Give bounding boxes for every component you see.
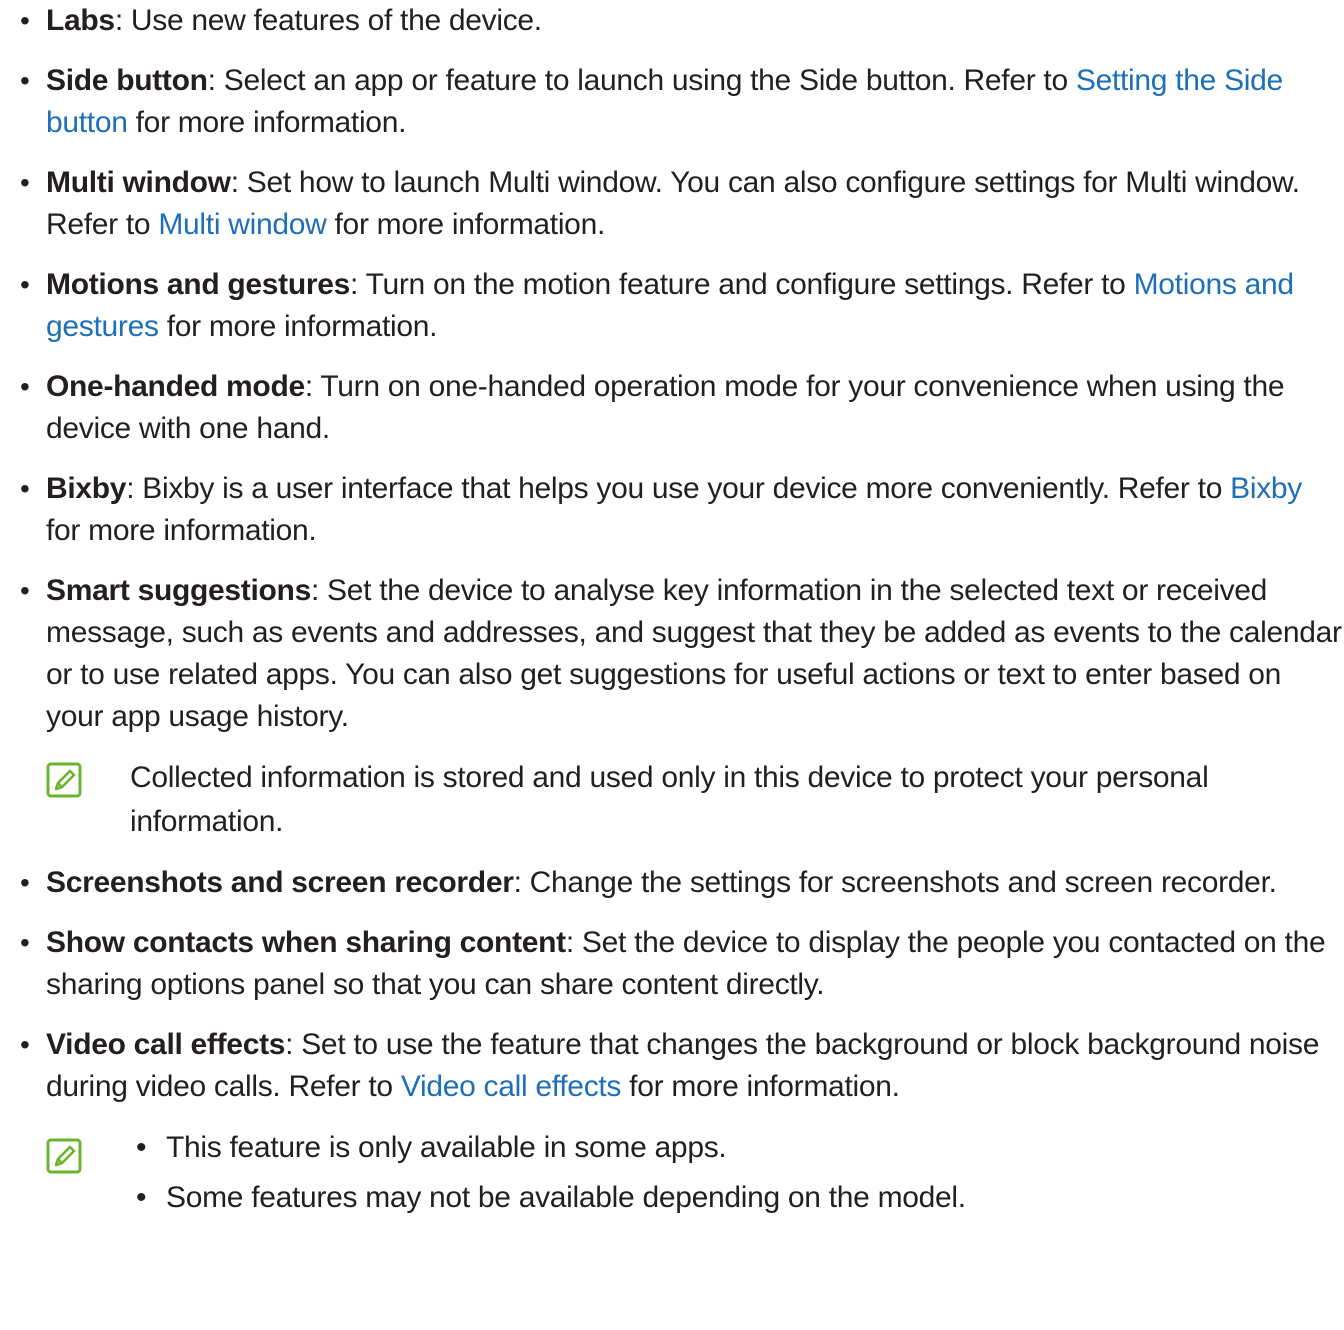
list-item-labs: • Labs: Use new features of the device. [0, 0, 1344, 42]
link-multi-window[interactable]: Multi window [158, 208, 326, 241]
term: Labs [46, 4, 115, 37]
list-item-smart-suggestions: • Smart suggestions: Set the device to a… [0, 570, 1344, 738]
term: Video call effects [46, 1028, 286, 1061]
term: Bixby [46, 472, 127, 505]
list-item-bixby: • Bixby: Bixby is a user interface that … [0, 468, 1344, 552]
document-body: • Labs: Use new features of the device. … [0, 0, 1344, 1238]
list-item-one-handed-mode: • One-handed mode: Turn on one-handed op… [0, 366, 1344, 450]
note-text: Some features may not be available depen… [166, 1181, 966, 1214]
term: Smart suggestions [46, 574, 311, 607]
term: Screenshots and screen recorder [46, 866, 514, 899]
description: : Use new features of the device. [114, 4, 542, 37]
link-video-call-effects[interactable]: Video call effects [401, 1070, 622, 1103]
note-list-item: • Some features may not be available dep… [130, 1176, 1344, 1220]
description: : Change the settings for screenshots an… [513, 866, 1277, 899]
bullet: • [20, 167, 30, 198]
list-item-multi-window: • Multi window: Set how to launch Multi … [0, 162, 1344, 246]
term: Motions and gestures [46, 268, 351, 301]
description-suffix: for more information. [127, 106, 407, 139]
description: : Turn on the motion feature and configu… [350, 268, 1134, 301]
term: Show contacts when sharing content [46, 926, 566, 959]
bullet: • [20, 575, 30, 606]
note-video-call-effects: • This feature is only available in some… [0, 1126, 1344, 1220]
note-text: This feature is only available in some a… [166, 1131, 727, 1164]
list-item-show-contacts-when-sharing-content: • Show contacts when sharing content: Se… [0, 922, 1344, 1006]
bullet: • [136, 1181, 147, 1214]
term: One-handed mode [46, 370, 305, 403]
bullet: • [20, 927, 30, 958]
bullet: • [20, 5, 30, 36]
note-smart-suggestions: Collected information is stored and used… [0, 756, 1344, 844]
list-item-side-button: • Side button: Select an app or feature … [0, 60, 1344, 144]
bullet: • [20, 1029, 30, 1060]
list-item-motions-and-gestures: • Motions and gestures: Turn on the moti… [0, 264, 1344, 348]
description-suffix: for more information. [46, 514, 317, 547]
bullet: • [20, 473, 30, 504]
list-item-video-call-effects: • Video call effects: Set to use the fea… [0, 1024, 1344, 1108]
bullet: • [20, 867, 30, 898]
list-item-screenshots-and-screen-recorder: • Screenshots and screen recorder: Chang… [0, 862, 1344, 904]
bullet: • [20, 269, 30, 300]
description-suffix: for more information. [158, 310, 438, 343]
note-pencil-icon [46, 762, 82, 798]
note-list-item: • This feature is only available in some… [130, 1126, 1344, 1170]
description: : Bixby is a user interface that helps y… [126, 472, 1231, 505]
note-list: • This feature is only available in some… [130, 1126, 1344, 1220]
link-bixby[interactable]: Bixby [1230, 472, 1302, 505]
bullet: • [20, 371, 30, 402]
bullet: • [136, 1131, 147, 1164]
note-text: Collected information is stored and used… [130, 761, 1209, 838]
description-suffix: for more information. [326, 208, 606, 241]
note-pencil-icon [46, 1138, 82, 1174]
description-suffix: for more information. [621, 1070, 900, 1103]
description: : Select an app or feature to launch usi… [207, 64, 1076, 97]
bullet: • [20, 65, 30, 96]
term: Multi window [46, 166, 231, 199]
term: Side button [46, 64, 208, 97]
